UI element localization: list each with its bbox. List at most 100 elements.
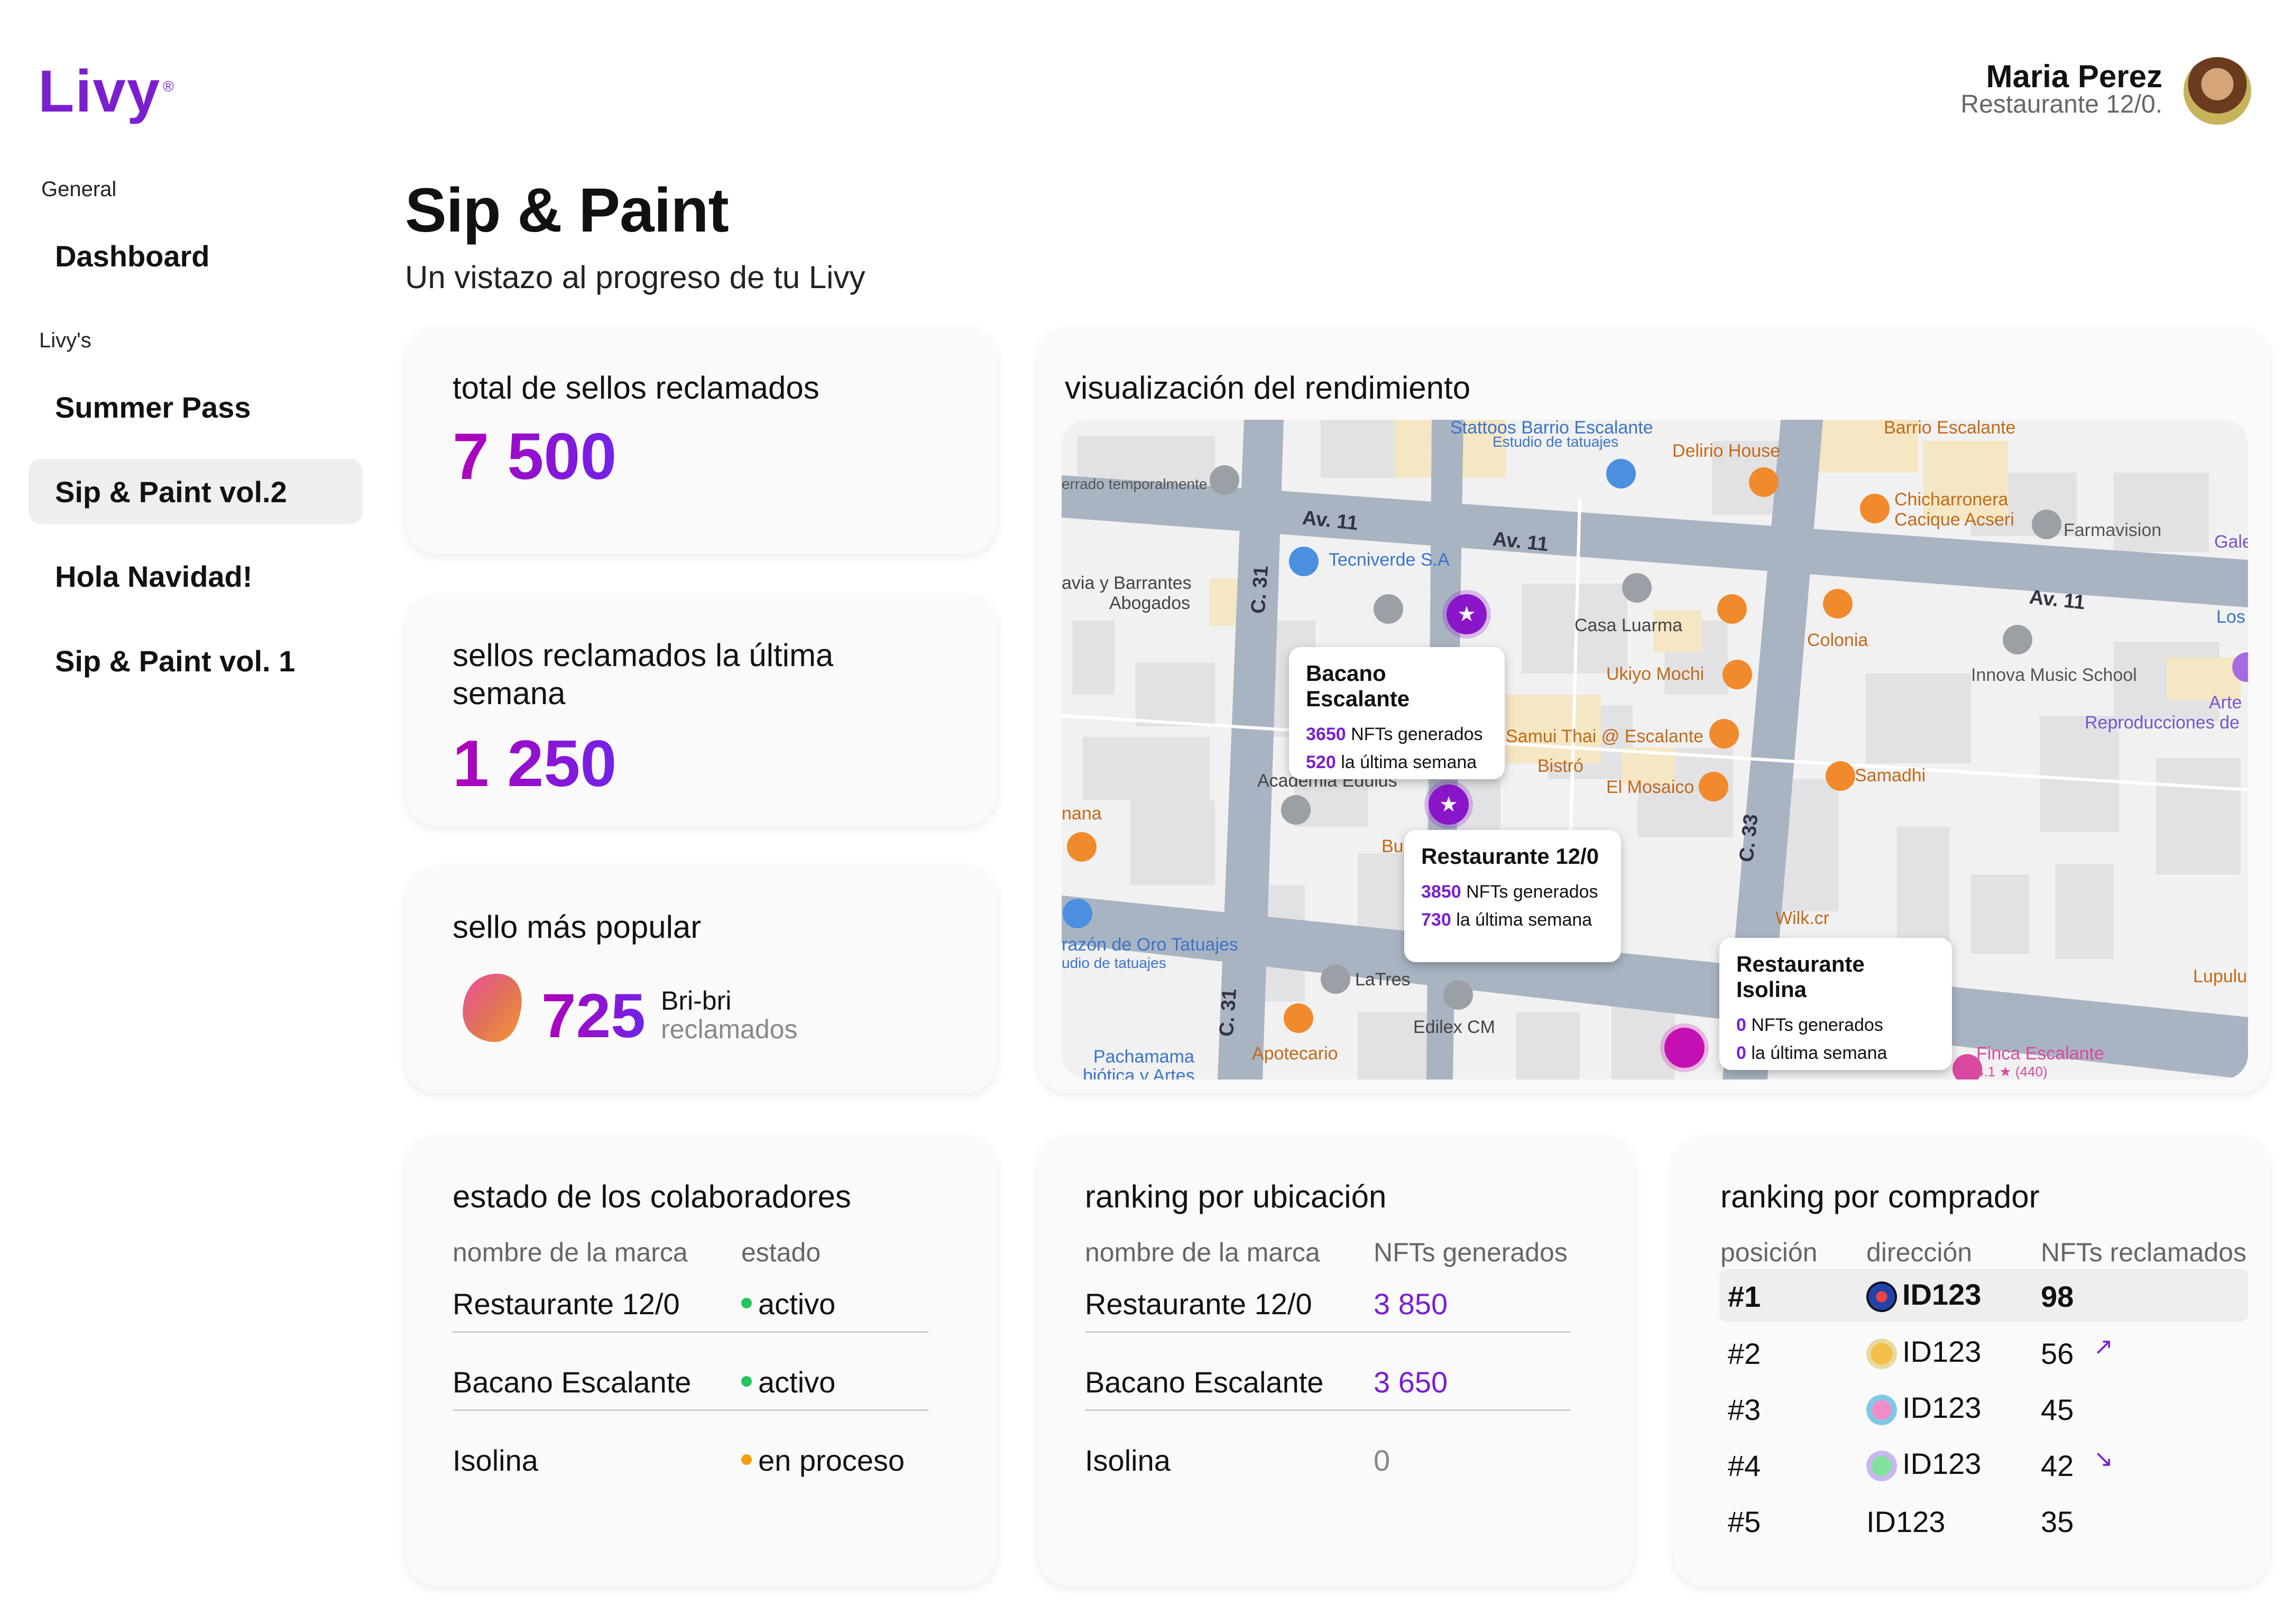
user-venue: Restaurante 12/0. bbox=[1960, 90, 2162, 118]
map-pin-icon[interactable] bbox=[2032, 510, 2061, 539]
place-label: Samadhi bbox=[1855, 765, 1926, 786]
total-stamps-card: total de sellos reclamados 7 500 bbox=[405, 327, 997, 554]
rank-position: #5 bbox=[1728, 1505, 1761, 1538]
card-title: sello más popular bbox=[453, 909, 702, 945]
buyer-address[interactable]: ID123 bbox=[1866, 1334, 1981, 1370]
sidebar-item-summer-pass[interactable]: Summer Pass bbox=[29, 374, 363, 440]
map-pin-icon[interactable] bbox=[1823, 589, 1853, 619]
map-popup-bacano[interactable]: Bacano Escalante 3650 NFTs generados 520… bbox=[1289, 647, 1505, 779]
sidebar-item-dashboard[interactable]: Dashboard bbox=[29, 223, 363, 289]
collaborators-card: estado de los colaboradores nombre de la… bbox=[405, 1136, 997, 1586]
divider bbox=[453, 1331, 928, 1333]
nfts-value: 56 bbox=[2041, 1337, 2074, 1370]
place-label: errado temporalmente bbox=[1062, 476, 1208, 492]
user-avatar[interactable] bbox=[2184, 57, 2251, 125]
nfts-value: 3 650 bbox=[1374, 1365, 1448, 1399]
buyer-avatar bbox=[1866, 1451, 1897, 1482]
place-label: Wilk.cr bbox=[1775, 908, 1829, 928]
map-pin-icon[interactable] bbox=[1622, 573, 1652, 603]
map-pin-icon[interactable] bbox=[1210, 465, 1239, 495]
place-label: Colonia bbox=[1807, 630, 1868, 650]
column-header: dirección bbox=[1866, 1238, 1973, 1267]
card-title: total de sellos reclamados bbox=[453, 370, 819, 405]
venue-pin-icon[interactable] bbox=[1664, 1028, 1705, 1068]
map-pin-icon[interactable] bbox=[2003, 625, 2032, 654]
map-pin-icon[interactable] bbox=[1606, 459, 1636, 488]
star-pin-icon[interactable]: ★ bbox=[1429, 785, 1469, 825]
performance-map[interactable]: Av. 11 Av. 11 Av. 11 C. 31 C. 31 C. 33 S… bbox=[1062, 420, 2248, 1079]
card-title: estado de los colaboradores bbox=[453, 1179, 851, 1214]
trend-down-icon: ↘ bbox=[2094, 1446, 2113, 1472]
place-label: Delirio House bbox=[1672, 441, 1781, 461]
map-pin-icon[interactable] bbox=[1749, 467, 1779, 497]
map-pin-icon[interactable] bbox=[1281, 795, 1311, 825]
map-canvas bbox=[1062, 420, 2248, 1079]
popular-stamp-suffix: reclamados bbox=[661, 1014, 798, 1044]
popup-generated: 0 bbox=[1736, 1015, 1746, 1035]
map-pin-icon[interactable] bbox=[1723, 660, 1752, 689]
popup-week: 520 bbox=[1306, 752, 1336, 772]
buyer-address[interactable]: ID123 bbox=[1866, 1390, 1981, 1426]
weekly-stamps-card: sellos reclamados la última semana 1 250 bbox=[405, 594, 997, 826]
place-label: nana bbox=[1062, 804, 1102, 824]
place-label: Bistró bbox=[1537, 756, 1583, 776]
popup-week-label: la última semana bbox=[1751, 1043, 1887, 1063]
sidebar-item-sip-paint-vol2[interactable]: Sip & Paint vol.2 bbox=[29, 459, 363, 524]
sidebar-item-label: Sip & Paint vol. 1 bbox=[55, 644, 296, 678]
map-pin-icon[interactable] bbox=[1826, 761, 1855, 791]
brand-name: Restaurante 12/0 bbox=[453, 1287, 680, 1321]
card-title: visualización del rendimiento bbox=[1065, 370, 1471, 405]
trend-up-icon: ↗ bbox=[2094, 1334, 2113, 1360]
popup-generated-label: NFTs generados bbox=[1751, 1015, 1883, 1035]
map-pin-icon[interactable] bbox=[1709, 719, 1739, 749]
rank-position: #2 bbox=[1728, 1337, 1761, 1370]
brand-name: Isolina bbox=[1085, 1444, 1171, 1477]
popup-generated: 3650 bbox=[1306, 724, 1346, 744]
popup-generated: 3850 bbox=[1421, 882, 1461, 902]
map-pin-icon[interactable] bbox=[1443, 980, 1473, 1010]
map-pin-icon[interactable] bbox=[1717, 594, 1747, 624]
divider bbox=[1085, 1409, 1570, 1411]
buyer-address[interactable]: ID123 bbox=[1866, 1446, 1981, 1482]
card-title: ranking por comprador bbox=[1720, 1179, 2040, 1214]
place-label: Finca Escalante bbox=[1976, 1044, 2104, 1064]
status-dot bbox=[741, 1454, 752, 1465]
popup-title: Restaurante 12/0 bbox=[1421, 844, 1599, 869]
table-row-highlight bbox=[1719, 1269, 2248, 1322]
place-label: Galer bbox=[2214, 532, 2248, 552]
popup-week: 0 bbox=[1736, 1043, 1746, 1063]
map-pin-icon[interactable] bbox=[1699, 772, 1728, 801]
sidebar-item-sip-paint-vol1[interactable]: Sip & Paint vol. 1 bbox=[29, 628, 363, 694]
buyer-avatar bbox=[1866, 1339, 1897, 1370]
sidebar-item-hola-navidad[interactable]: Hola Navidad! bbox=[29, 543, 363, 609]
place-label: LaTres bbox=[1355, 970, 1411, 990]
map-pin-icon[interactable] bbox=[1284, 1003, 1313, 1033]
popup-title: Bacano Escalante bbox=[1306, 661, 1410, 711]
place-label: Arte bbox=[2209, 693, 2242, 713]
star-pin-icon[interactable]: ★ bbox=[1447, 594, 1487, 634]
buyer-address[interactable]: ID123 bbox=[1866, 1277, 1981, 1313]
card-title: sellos reclamados la última semana bbox=[453, 638, 834, 711]
sidebar-section-livys: Livy's bbox=[39, 329, 91, 352]
nfts-value: 3 850 bbox=[1374, 1287, 1448, 1321]
nfts-value: 98 bbox=[2041, 1280, 2074, 1313]
map-pin-icon[interactable] bbox=[1067, 832, 1097, 862]
buyer-address[interactable]: ID123 bbox=[1866, 1505, 1945, 1539]
map-pin-icon[interactable] bbox=[1953, 1054, 1982, 1079]
livy-logo[interactable]: Livy ® bbox=[38, 57, 175, 125]
place-label: Lupulu bbox=[2193, 966, 2248, 986]
nfts-value: 35 bbox=[2041, 1505, 2074, 1538]
buyer-avatar bbox=[1866, 1395, 1897, 1426]
sidebar-item-label: Hola Navidad! bbox=[55, 559, 253, 593]
map-pin-icon[interactable] bbox=[1321, 964, 1350, 994]
map-popup-isolina[interactable]: Restaurante Isolina 0 NFTs generados 0 l… bbox=[1719, 938, 1952, 1070]
map-pin-icon[interactable] bbox=[1063, 899, 1092, 928]
street-label: C. 31 bbox=[1215, 988, 1241, 1038]
map-pin-icon[interactable] bbox=[1860, 494, 1890, 523]
map-pin-icon[interactable] bbox=[1289, 547, 1319, 576]
column-header: nombre de la marca bbox=[453, 1238, 688, 1267]
map-popup-restaurante[interactable]: Restaurante 12/0 3850 NFTs generados 730… bbox=[1404, 830, 1621, 962]
nfts-value: 42 bbox=[2041, 1449, 2074, 1482]
map-pin-icon[interactable] bbox=[1374, 594, 1403, 624]
status-label: activo bbox=[741, 1287, 835, 1321]
